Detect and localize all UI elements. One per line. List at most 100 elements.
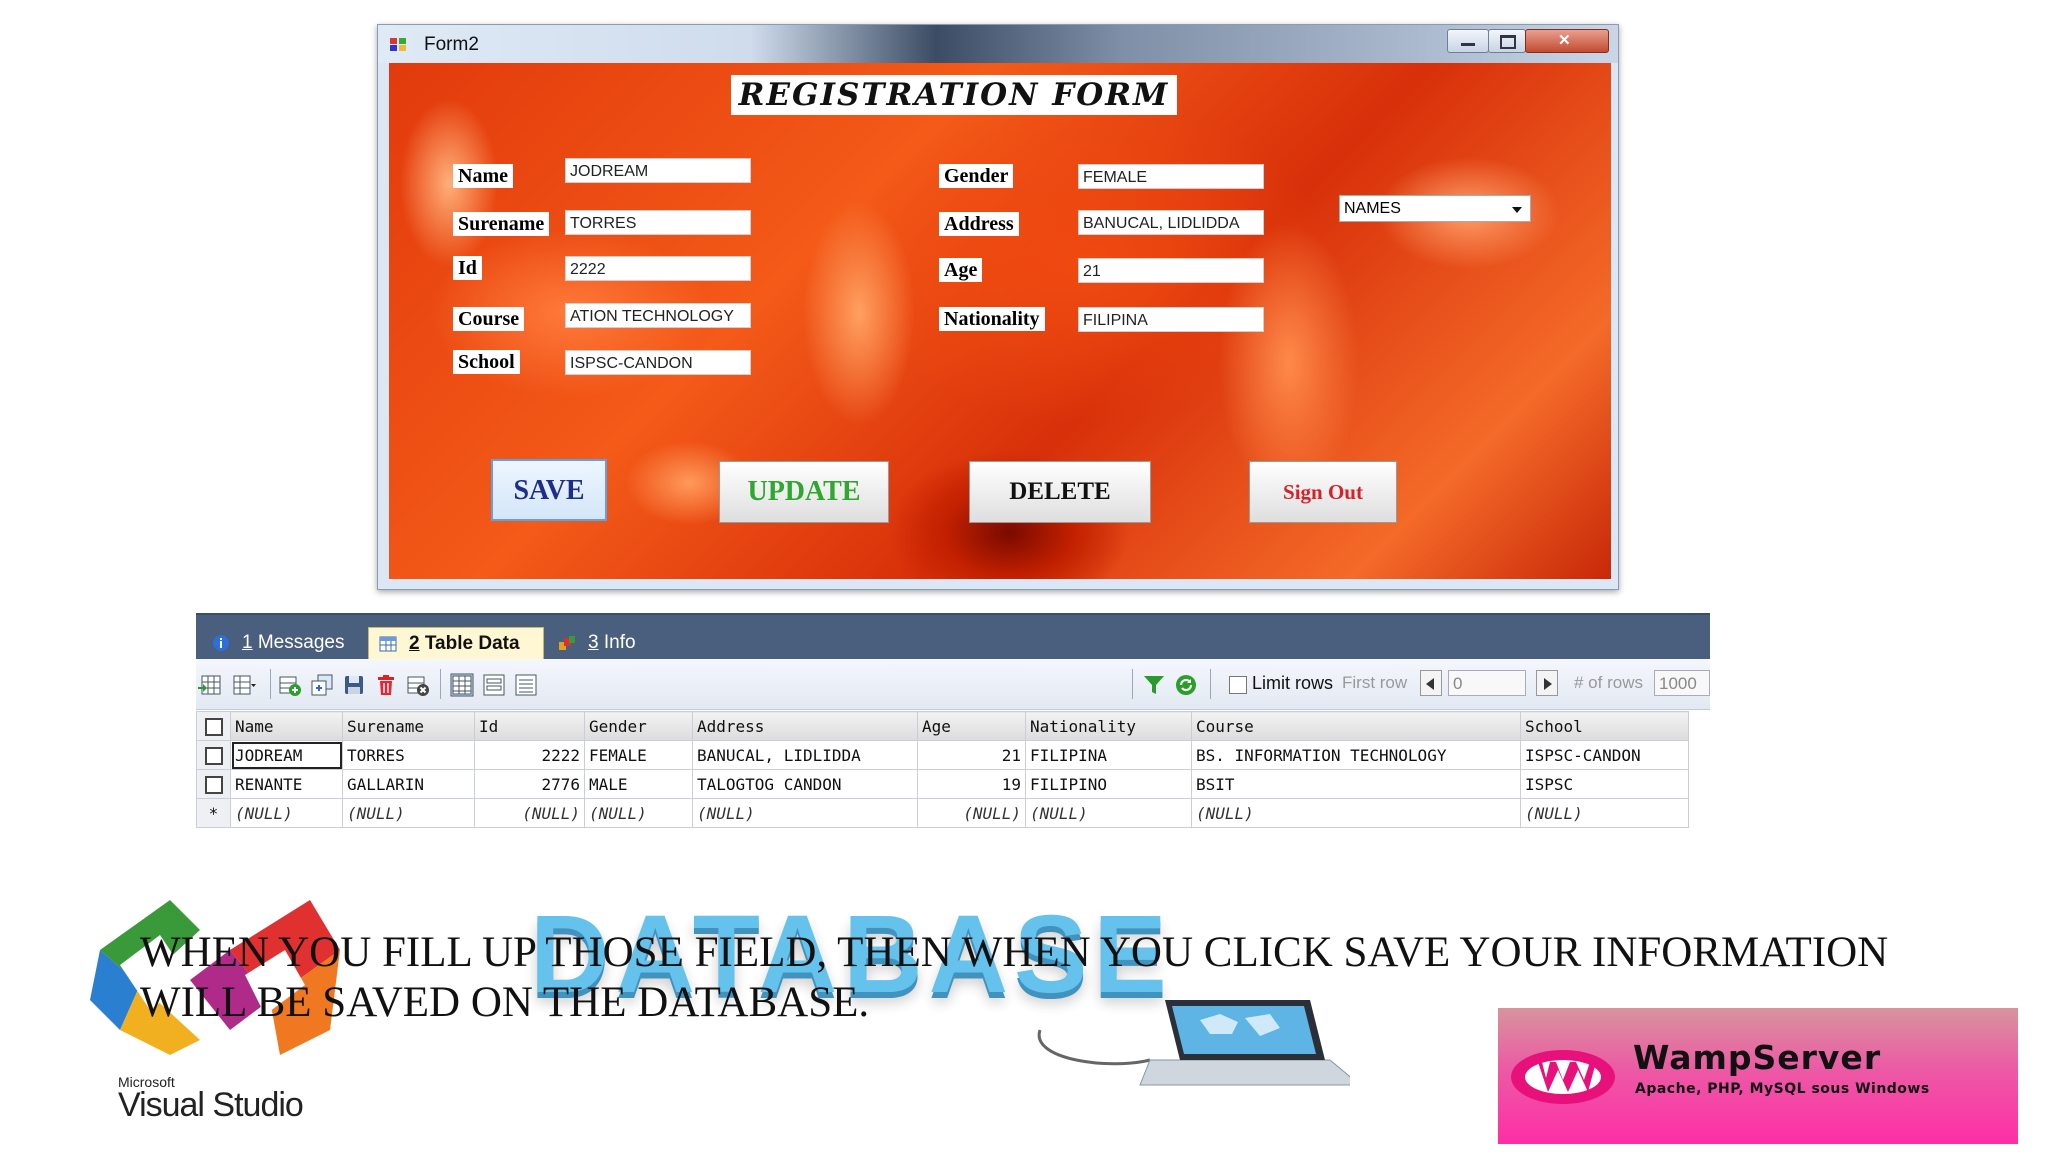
cell-id[interactable]: (NULL) bbox=[474, 798, 585, 828]
tab-messages-num: 1 bbox=[242, 632, 253, 653]
sign-out-button[interactable]: Sign Out bbox=[1249, 461, 1397, 523]
column-header-surename[interactable]: Surename bbox=[342, 711, 475, 741]
cell-course[interactable]: BS. INFORMATION TECHNOLOGY bbox=[1191, 740, 1521, 770]
form-client-area: REGISTRATION FORM Name Surename Id Cours… bbox=[389, 63, 1611, 579]
label-id: Id bbox=[453, 256, 482, 280]
duplicate-row-icon[interactable] bbox=[310, 673, 334, 697]
save-button[interactable]: SAVE bbox=[491, 459, 607, 521]
cell-gender[interactable]: FEMALE bbox=[584, 740, 693, 770]
form-heading: REGISTRATION FORM bbox=[731, 75, 1177, 115]
column-header-name[interactable]: Name bbox=[230, 711, 343, 741]
school-field[interactable]: ISPSC-CANDON bbox=[565, 350, 751, 375]
delete-trash-icon[interactable] bbox=[374, 673, 398, 697]
tab-info[interactable]: 3 Info bbox=[548, 627, 660, 661]
wampserver-logo-icon bbox=[1511, 1050, 1615, 1104]
cell-gender[interactable]: (NULL) bbox=[584, 798, 693, 828]
name-field[interactable]: JODREAM bbox=[565, 158, 751, 183]
minimize-button[interactable] bbox=[1447, 29, 1489, 53]
cell-name[interactable]: RENANTE bbox=[230, 769, 343, 799]
table-row[interactable]: RENANTE GALLARIN 2776 MALE TALOGTOG CAND… bbox=[196, 769, 1689, 799]
form-view-icon[interactable] bbox=[482, 673, 506, 697]
cell-nationality[interactable]: (NULL) bbox=[1025, 798, 1192, 828]
previous-page-button[interactable] bbox=[1420, 670, 1442, 696]
caption-text: WHEN YOU FILL UP THOSE FIELD, THEN WHEN … bbox=[140, 929, 1889, 1026]
wampserver-name: WampServer bbox=[1633, 1038, 1882, 1077]
toolbar-separator bbox=[270, 669, 271, 699]
column-header-age[interactable]: Age bbox=[917, 711, 1026, 741]
info-blocks-icon bbox=[559, 636, 575, 650]
refresh-icon[interactable] bbox=[1174, 673, 1198, 697]
cell-id[interactable]: 2776 bbox=[474, 769, 585, 799]
limit-rows-checkbox[interactable] bbox=[1229, 676, 1247, 694]
table-row-new[interactable]: * (NULL) (NULL) (NULL) (NULL) (NULL) (NU… bbox=[196, 798, 1689, 828]
table-row[interactable]: JODREAM TORRES 2222 FEMALE BANUCAL, LIDL… bbox=[196, 740, 1689, 770]
cell-school[interactable]: ISPSC bbox=[1520, 769, 1689, 799]
update-button[interactable]: UPDATE bbox=[719, 461, 889, 523]
cell-course[interactable]: BSIT bbox=[1191, 769, 1521, 799]
cell-nationality[interactable]: FILIPINO bbox=[1025, 769, 1192, 799]
course-field[interactable]: ATION TECHNOLOGY bbox=[565, 303, 751, 328]
column-header-school[interactable]: School bbox=[1520, 711, 1689, 741]
cell-age[interactable]: 19 bbox=[917, 769, 1026, 799]
delete-button[interactable]: DELETE bbox=[969, 461, 1151, 523]
row-checkbox[interactable] bbox=[204, 746, 223, 765]
tab-table-data-label: Table Data bbox=[419, 633, 520, 654]
age-field[interactable]: 21 bbox=[1078, 258, 1264, 283]
result-tabbar: 1 Messages 2 Table Data 3 Info bbox=[196, 613, 1710, 661]
label-age: Age bbox=[939, 258, 983, 282]
cell-id[interactable]: 2222 bbox=[474, 740, 585, 770]
tab-table-data[interactable]: 2 Table Data bbox=[368, 627, 544, 661]
row-checkbox[interactable] bbox=[204, 775, 223, 794]
column-header-course[interactable]: Course bbox=[1191, 711, 1521, 741]
surename-field[interactable]: TORRES bbox=[565, 210, 751, 235]
cell-school[interactable]: (NULL) bbox=[1520, 798, 1689, 828]
maximize-button[interactable] bbox=[1488, 29, 1526, 53]
new-row-marker: * bbox=[196, 798, 231, 828]
column-header-id[interactable]: Id bbox=[474, 711, 585, 741]
row-select-cell[interactable] bbox=[196, 769, 231, 799]
save-disk-icon[interactable] bbox=[342, 673, 366, 697]
gender-field[interactable]: FEMALE bbox=[1078, 164, 1264, 189]
cell-address[interactable]: (NULL) bbox=[692, 798, 918, 828]
select-all-checkbox[interactable] bbox=[204, 717, 223, 736]
filter-funnel-icon[interactable] bbox=[1142, 673, 1166, 697]
address-field[interactable]: BANUCAL, LIDLIDDA bbox=[1078, 210, 1264, 235]
title-bar[interactable]: Form2 bbox=[378, 25, 1618, 63]
label-address: Address bbox=[939, 212, 1019, 236]
tab-table-data-num: 2 bbox=[409, 633, 420, 654]
next-page-button[interactable] bbox=[1536, 670, 1558, 696]
cell-school[interactable]: ISPSC-CANDON bbox=[1520, 740, 1689, 770]
column-header-gender[interactable]: Gender bbox=[584, 711, 693, 741]
cell-gender[interactable]: MALE bbox=[584, 769, 693, 799]
cell-surename[interactable]: TORRES bbox=[342, 740, 475, 770]
cell-name[interactable]: JODREAM bbox=[230, 740, 343, 770]
export-icon[interactable] bbox=[198, 673, 222, 697]
column-header-nationality[interactable]: Nationality bbox=[1025, 711, 1192, 741]
cell-address[interactable]: TALOGTOG CANDON bbox=[692, 769, 918, 799]
result-table: Name Surename Id Gender Address Age Nati… bbox=[196, 711, 1689, 828]
tab-messages[interactable]: 1 Messages bbox=[202, 627, 362, 661]
cell-course[interactable]: (NULL) bbox=[1191, 798, 1521, 828]
cell-address[interactable]: BANUCAL, LIDLIDDA bbox=[692, 740, 918, 770]
close-button[interactable] bbox=[1525, 29, 1609, 53]
grid-view-icon[interactable] bbox=[450, 673, 474, 697]
first-row-input[interactable]: 0 bbox=[1448, 670, 1526, 696]
nationality-field[interactable]: FILIPINA bbox=[1078, 307, 1264, 332]
add-row-icon[interactable] bbox=[278, 673, 302, 697]
names-dropdown[interactable]: NAMES bbox=[1339, 195, 1531, 222]
cell-nationality[interactable]: FILIPINA bbox=[1025, 740, 1192, 770]
cell-surename[interactable]: (NULL) bbox=[342, 798, 475, 828]
cell-age[interactable]: 21 bbox=[917, 740, 1026, 770]
id-field[interactable]: 2222 bbox=[565, 256, 751, 281]
cell-name[interactable]: (NULL) bbox=[230, 798, 343, 828]
import-dropdown-icon[interactable] bbox=[232, 673, 256, 697]
row-select-cell[interactable] bbox=[196, 740, 231, 770]
cell-age[interactable]: (NULL) bbox=[917, 798, 1026, 828]
select-all-cell[interactable] bbox=[196, 711, 231, 741]
table-grid-icon bbox=[379, 636, 397, 652]
cell-surename[interactable]: GALLARIN bbox=[342, 769, 475, 799]
text-view-icon[interactable] bbox=[514, 673, 538, 697]
column-header-address[interactable]: Address bbox=[692, 711, 918, 741]
num-rows-input[interactable]: 1000 bbox=[1654, 670, 1710, 696]
cancel-changes-icon[interactable] bbox=[406, 673, 430, 697]
